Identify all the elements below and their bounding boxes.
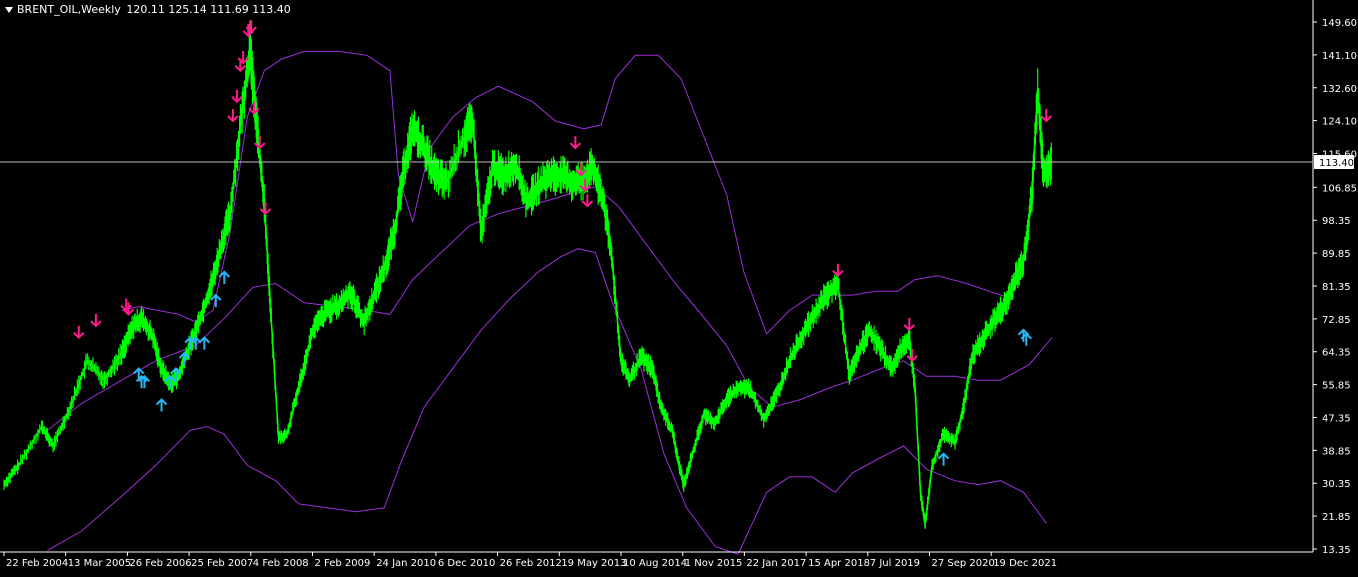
y-tick-label: 98.35: [1322, 216, 1351, 227]
bollinger-bands: [47, 50, 1053, 555]
x-tick-label: 22 Feb 2004: [6, 558, 68, 569]
buy-arrow-icon: [937, 452, 950, 466]
symbol-label: BRENT_OIL,Weekly: [17, 3, 121, 16]
x-tick-label: 13 Mar 2005: [68, 558, 131, 569]
price-line: [3, 47, 1053, 524]
sell-arrow-icon: [259, 201, 272, 216]
arrow-shape: [903, 317, 916, 332]
x-tick-label: 27 Sep 2020: [932, 558, 995, 569]
x-tick-label: 4 Feb 2008: [253, 558, 309, 569]
x-tick-label: 19 May 2013: [561, 558, 626, 569]
sell-arrow-icon: [73, 325, 85, 340]
lower-band-line: [47, 248, 1047, 555]
axes: 149.60141.10132.60124.10115.60106.8598.3…: [0, 0, 1357, 569]
sell-arrow-icon: [231, 89, 243, 104]
y-tick-label: 132.60: [1322, 84, 1357, 95]
y-tick-label: 89.85: [1322, 249, 1351, 260]
x-tick-label: 7 Jul 2019: [870, 558, 920, 569]
arrow-shape: [227, 109, 239, 123]
x-tick-label: 25 Feb 2007: [191, 558, 253, 569]
arrow-shape: [73, 325, 85, 340]
middle-band-line: [47, 186, 1053, 431]
current-price-label: 113.40: [1319, 158, 1354, 169]
sell-arrow-icon: [832, 263, 844, 278]
sell-arrow-icon: [903, 317, 916, 332]
y-tick-label: 106.85: [1322, 183, 1357, 194]
sell-arrow-icon: [90, 314, 102, 328]
y-tick-label: 64.35: [1322, 348, 1351, 359]
arrow-shape: [569, 136, 582, 150]
x-tick-label: 15 Apr 2018: [808, 558, 870, 569]
y-tick-label: 149.60: [1322, 18, 1357, 29]
chart-canvas: 149.60141.10132.60124.10115.60106.8598.3…: [0, 0, 1357, 569]
sell-arrow-icon: [906, 348, 918, 363]
x-tick-label: 2 Feb 2009: [315, 558, 371, 569]
y-tick-label: 72.85: [1322, 315, 1351, 326]
price-series: [3, 20, 1053, 529]
chart-header: BRENT_OIL,Weekly 120.11 125.14 111.69 11…: [5, 3, 293, 16]
sell-arrow-icon: [569, 136, 582, 150]
x-tick-label: 26 Feb 2006: [129, 558, 191, 569]
arrow-shape: [198, 336, 211, 350]
y-tick-label: 47.35: [1322, 413, 1351, 424]
x-tick-label: 19 Dec 2021: [993, 558, 1057, 569]
dropdown-triangle-icon[interactable]: [5, 7, 13, 13]
x-tick-label: 10 Aug 2014: [623, 558, 687, 569]
arrow-shape: [581, 194, 594, 208]
arrow-shape: [231, 89, 243, 104]
x-tick-label: 1 Nov 2015: [685, 558, 743, 569]
buy-arrow-icon: [198, 336, 211, 350]
y-tick-label: 124.10: [1322, 117, 1357, 128]
arrow-shape: [906, 348, 918, 363]
x-tick-label: 26 Feb 2012: [500, 558, 562, 569]
y-tick-label: 81.35: [1322, 282, 1351, 293]
buy-arrow-icon: [210, 293, 222, 308]
y-tick-label: 141.10: [1322, 51, 1357, 62]
sell-arrow-icon: [581, 194, 594, 208]
y-tick-label: 38.85: [1322, 446, 1351, 457]
sell-arrow-icon: [1040, 109, 1052, 123]
arrow-shape: [1040, 109, 1052, 123]
ohlc-values: 120.11 125.14 111.69 113.40: [126, 3, 291, 16]
arrow-shape: [259, 201, 272, 216]
buy-arrow-icon: [155, 398, 168, 412]
arrow-shape: [832, 263, 844, 278]
y-tick-label: 13.35: [1322, 545, 1351, 556]
arrow-shape: [155, 398, 168, 412]
price-bars: [3, 20, 1052, 529]
y-tick-label: 21.85: [1322, 512, 1351, 523]
x-tick-label: 24 Jan 2010: [376, 558, 436, 569]
price-chart[interactable]: 149.60 141.10 132.60 124.10 115.60 106.85 98.3…: [0, 0, 1358, 573]
x-tick-label: 22 Jan 2017: [746, 558, 806, 569]
x-tick-label: 6 Dec 2010: [438, 558, 496, 569]
arrow-shape: [937, 452, 950, 466]
arrow-shape: [90, 314, 102, 328]
arrow-shape: [210, 293, 222, 308]
y-tick-label: 30.35: [1322, 479, 1351, 490]
y-tick-label: 55.85: [1322, 381, 1351, 392]
sell-arrow-icon: [227, 109, 239, 123]
